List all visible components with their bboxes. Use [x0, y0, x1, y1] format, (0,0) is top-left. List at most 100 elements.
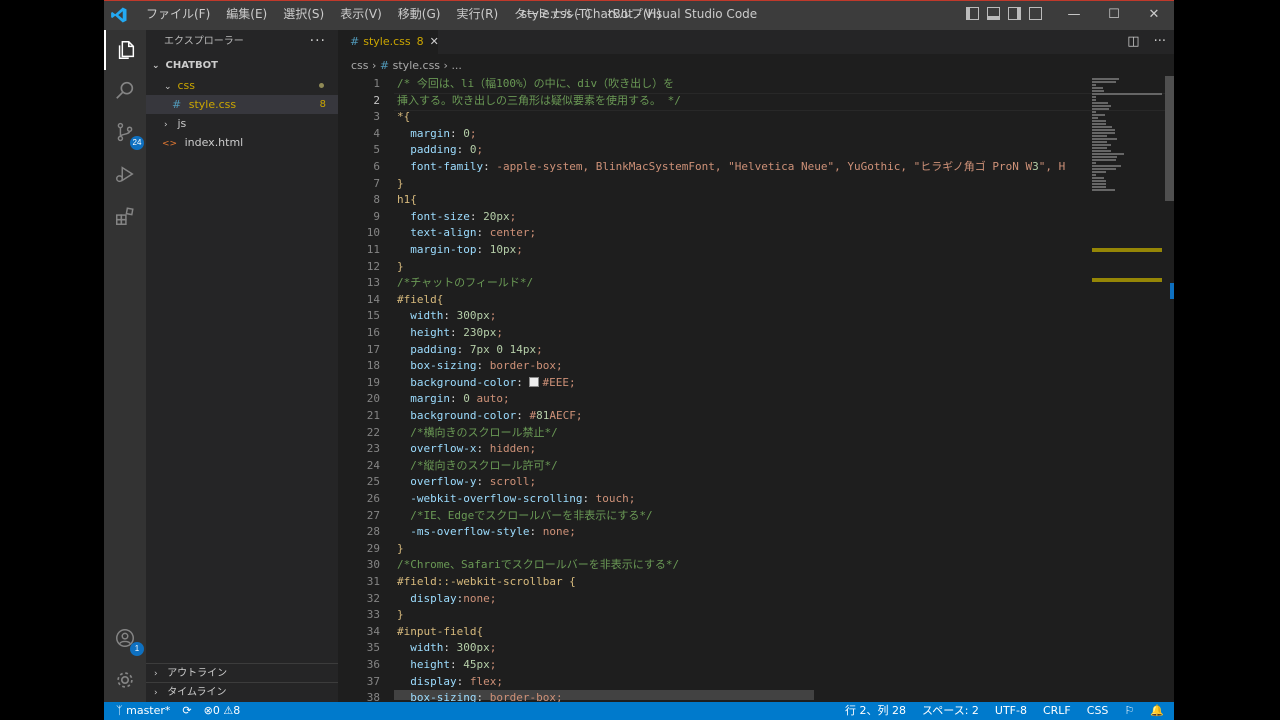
extensions-activity[interactable] — [104, 196, 146, 236]
outline-section[interactable]: › アウトライン — [146, 663, 338, 683]
minimap[interactable] — [1088, 76, 1164, 702]
cursor-position[interactable]: 行 2、列 28 — [845, 702, 906, 720]
tree-folder-js[interactable]: › js — [146, 114, 338, 133]
code-line[interactable]: font-family: -apple-system, BlinkMacSyst… — [397, 159, 1065, 176]
code-line[interactable]: box-sizing: border-box; — [397, 358, 562, 375]
breadcrumb-folder[interactable]: css — [351, 59, 369, 72]
customize-layout-icon[interactable] — [1029, 7, 1042, 20]
code-line[interactable]: } — [397, 176, 404, 193]
split-editor-icon[interactable]: ◫ — [1127, 34, 1139, 49]
code-line[interactable]: margin-top: 10px; — [397, 242, 523, 259]
code-line[interactable]: height: 45px; — [397, 657, 496, 674]
code-line[interactable]: padding: 0; — [397, 142, 483, 159]
code-line[interactable]: box-sizing: border-box; — [397, 690, 562, 702]
search-activity[interactable] — [104, 70, 146, 110]
code-line[interactable]: height: 230px; — [397, 325, 503, 342]
code-line[interactable]: /* 今回は、li（幅100%）の中に、div（吹き出し）を — [397, 76, 674, 93]
color-swatch[interactable] — [529, 376, 540, 387]
breadcrumb-more[interactable]: ... — [451, 59, 462, 72]
code-line[interactable]: width: 300px; — [397, 308, 496, 325]
code-line[interactable]: display:none; — [397, 591, 496, 608]
run-debug-activity[interactable] — [104, 154, 146, 194]
manage-activity[interactable] — [104, 660, 146, 700]
toggle-panel-icon[interactable] — [987, 7, 1000, 20]
toggle-secondary-sidebar-icon[interactable] — [1008, 7, 1021, 20]
code-line[interactable]: /*チャットのフィールド*/ — [397, 275, 533, 292]
code-line[interactable]: font-size: 20px; — [397, 209, 516, 226]
source-control-activity[interactable]: 24 — [104, 112, 146, 152]
vertical-scrollbar[interactable] — [1165, 76, 1174, 201]
more-actions-icon[interactable]: ··· — [1154, 34, 1166, 49]
code-line[interactable]: *{ — [397, 109, 410, 126]
indentation[interactable]: スペース: 2 — [922, 702, 979, 720]
breadcrumb-file[interactable]: style.css — [393, 59, 440, 72]
code-line[interactable]: #field::-webkit-scrollbar { — [397, 574, 576, 591]
maximize-icon[interactable]: ☐ — [1094, 1, 1134, 27]
more-actions-icon[interactable]: ··· — [310, 33, 326, 49]
code-line[interactable]: margin: 0 auto; — [397, 391, 509, 408]
tree-file-style-css[interactable]: # style.css 8 — [146, 95, 338, 114]
sync-icon[interactable]: ⟳ — [182, 702, 191, 720]
code-line[interactable]: /*IE、Edgeでスクロールバーを非表示にする*/ — [397, 508, 652, 525]
explorer-activity[interactable] — [104, 30, 146, 70]
code-line[interactable]: background-color: #81AECF; — [397, 408, 582, 425]
code-line[interactable]: width: 300px; — [397, 640, 496, 657]
code-line[interactable]: } — [397, 541, 404, 558]
code-editor[interactable]: 1 /* 今回は、li（幅100%）の中に、div（吹き出し）を 2 挿入する。吹き出… — [338, 76, 1174, 702]
code-line[interactable]: } — [397, 259, 404, 276]
code-line[interactable]: background-color: #EEE; — [397, 375, 575, 392]
menu-file[interactable]: ファイル(F) — [138, 1, 218, 30]
language-mode[interactable]: CSS — [1087, 702, 1109, 720]
code-line[interactable]: display: flex; — [397, 674, 503, 691]
code-line[interactable]: margin: 0; — [397, 126, 476, 143]
line-ending[interactable]: CRLF — [1043, 702, 1071, 720]
timeline-section[interactable]: › タイムライン — [146, 682, 338, 702]
toggle-sidebar-icon[interactable] — [966, 7, 979, 20]
code-line[interactable]: -ms-overflow-style: none; — [397, 524, 576, 541]
code-line[interactable]: /*Chrome、Safariでスクロールバーを非表示にする*/ — [397, 557, 679, 574]
branch-indicator[interactable]: ᛉ master* — [116, 702, 170, 720]
menu-terminal[interactable]: ターミナル(T) — [506, 1, 599, 30]
tree-folder-css[interactable]: ⌄ css — [146, 76, 338, 95]
menu-edit[interactable]: 編集(E) — [218, 1, 275, 30]
menu-help[interactable]: ヘルプ(H) — [599, 1, 669, 30]
code-line[interactable]: padding: 7px 0 14px; — [397, 342, 542, 359]
code-line[interactable]: #input-field{ — [397, 624, 483, 641]
line-number: 17 — [366, 342, 380, 356]
code-line[interactable]: -webkit-overflow-scrolling: touch; — [397, 491, 635, 508]
minimap-line — [1092, 126, 1112, 128]
code-line[interactable]: #field{ — [397, 292, 443, 309]
tree-file-index-html[interactable]: <> index.html — [146, 133, 338, 152]
tab-style-css[interactable]: # style.css 8 ✕ — [338, 30, 439, 54]
project-name: CHATBOT — [165, 60, 218, 71]
project-root[interactable]: ⌄ CHATBOT — [146, 56, 338, 75]
minimap-line — [1092, 162, 1096, 164]
code-line[interactable]: overflow-x: hidden; — [397, 441, 536, 458]
vscode-logo-icon — [111, 7, 127, 23]
minimap-line — [1092, 174, 1096, 176]
code-line[interactable]: h1{ — [397, 192, 417, 209]
close-tab-icon[interactable]: ✕ — [430, 35, 439, 48]
feedback-icon[interactable]: ⚐ — [1124, 702, 1134, 720]
code-line[interactable]: overflow-y: scroll; — [397, 474, 536, 491]
code-line[interactable]: /*縦向きのスクロール許可*/ — [397, 458, 558, 475]
code-line[interactable]: /*横向きのスクロール禁止*/ — [397, 425, 558, 442]
encoding[interactable]: UTF-8 — [995, 702, 1027, 720]
menu-go[interactable]: 移動(G) — [390, 1, 449, 30]
close-icon[interactable]: ✕ — [1134, 1, 1174, 27]
code-line[interactable]: 挿入する。吹き出しの三角形は疑似要素を使用する。 */ — [397, 93, 681, 110]
menu-view[interactable]: 表示(V) — [332, 1, 390, 30]
minimap-line — [1092, 132, 1115, 134]
minimap-line — [1092, 186, 1107, 188]
accounts-activity[interactable]: 1 — [104, 618, 146, 658]
line-number: 29 — [366, 541, 380, 555]
menu-selection[interactable]: 選択(S) — [275, 1, 332, 30]
minimap-line — [1092, 129, 1115, 131]
menu-run[interactable]: 実行(R) — [448, 1, 506, 30]
minimize-icon[interactable]: — — [1054, 1, 1094, 27]
problems-indicator[interactable]: ⊗0 ⚠8 — [204, 702, 241, 720]
code-line[interactable]: } — [397, 607, 404, 624]
bell-icon[interactable]: 🔔 — [1150, 702, 1164, 720]
code-line[interactable]: text-align: center; — [397, 225, 536, 242]
tree-label: js — [177, 117, 187, 130]
